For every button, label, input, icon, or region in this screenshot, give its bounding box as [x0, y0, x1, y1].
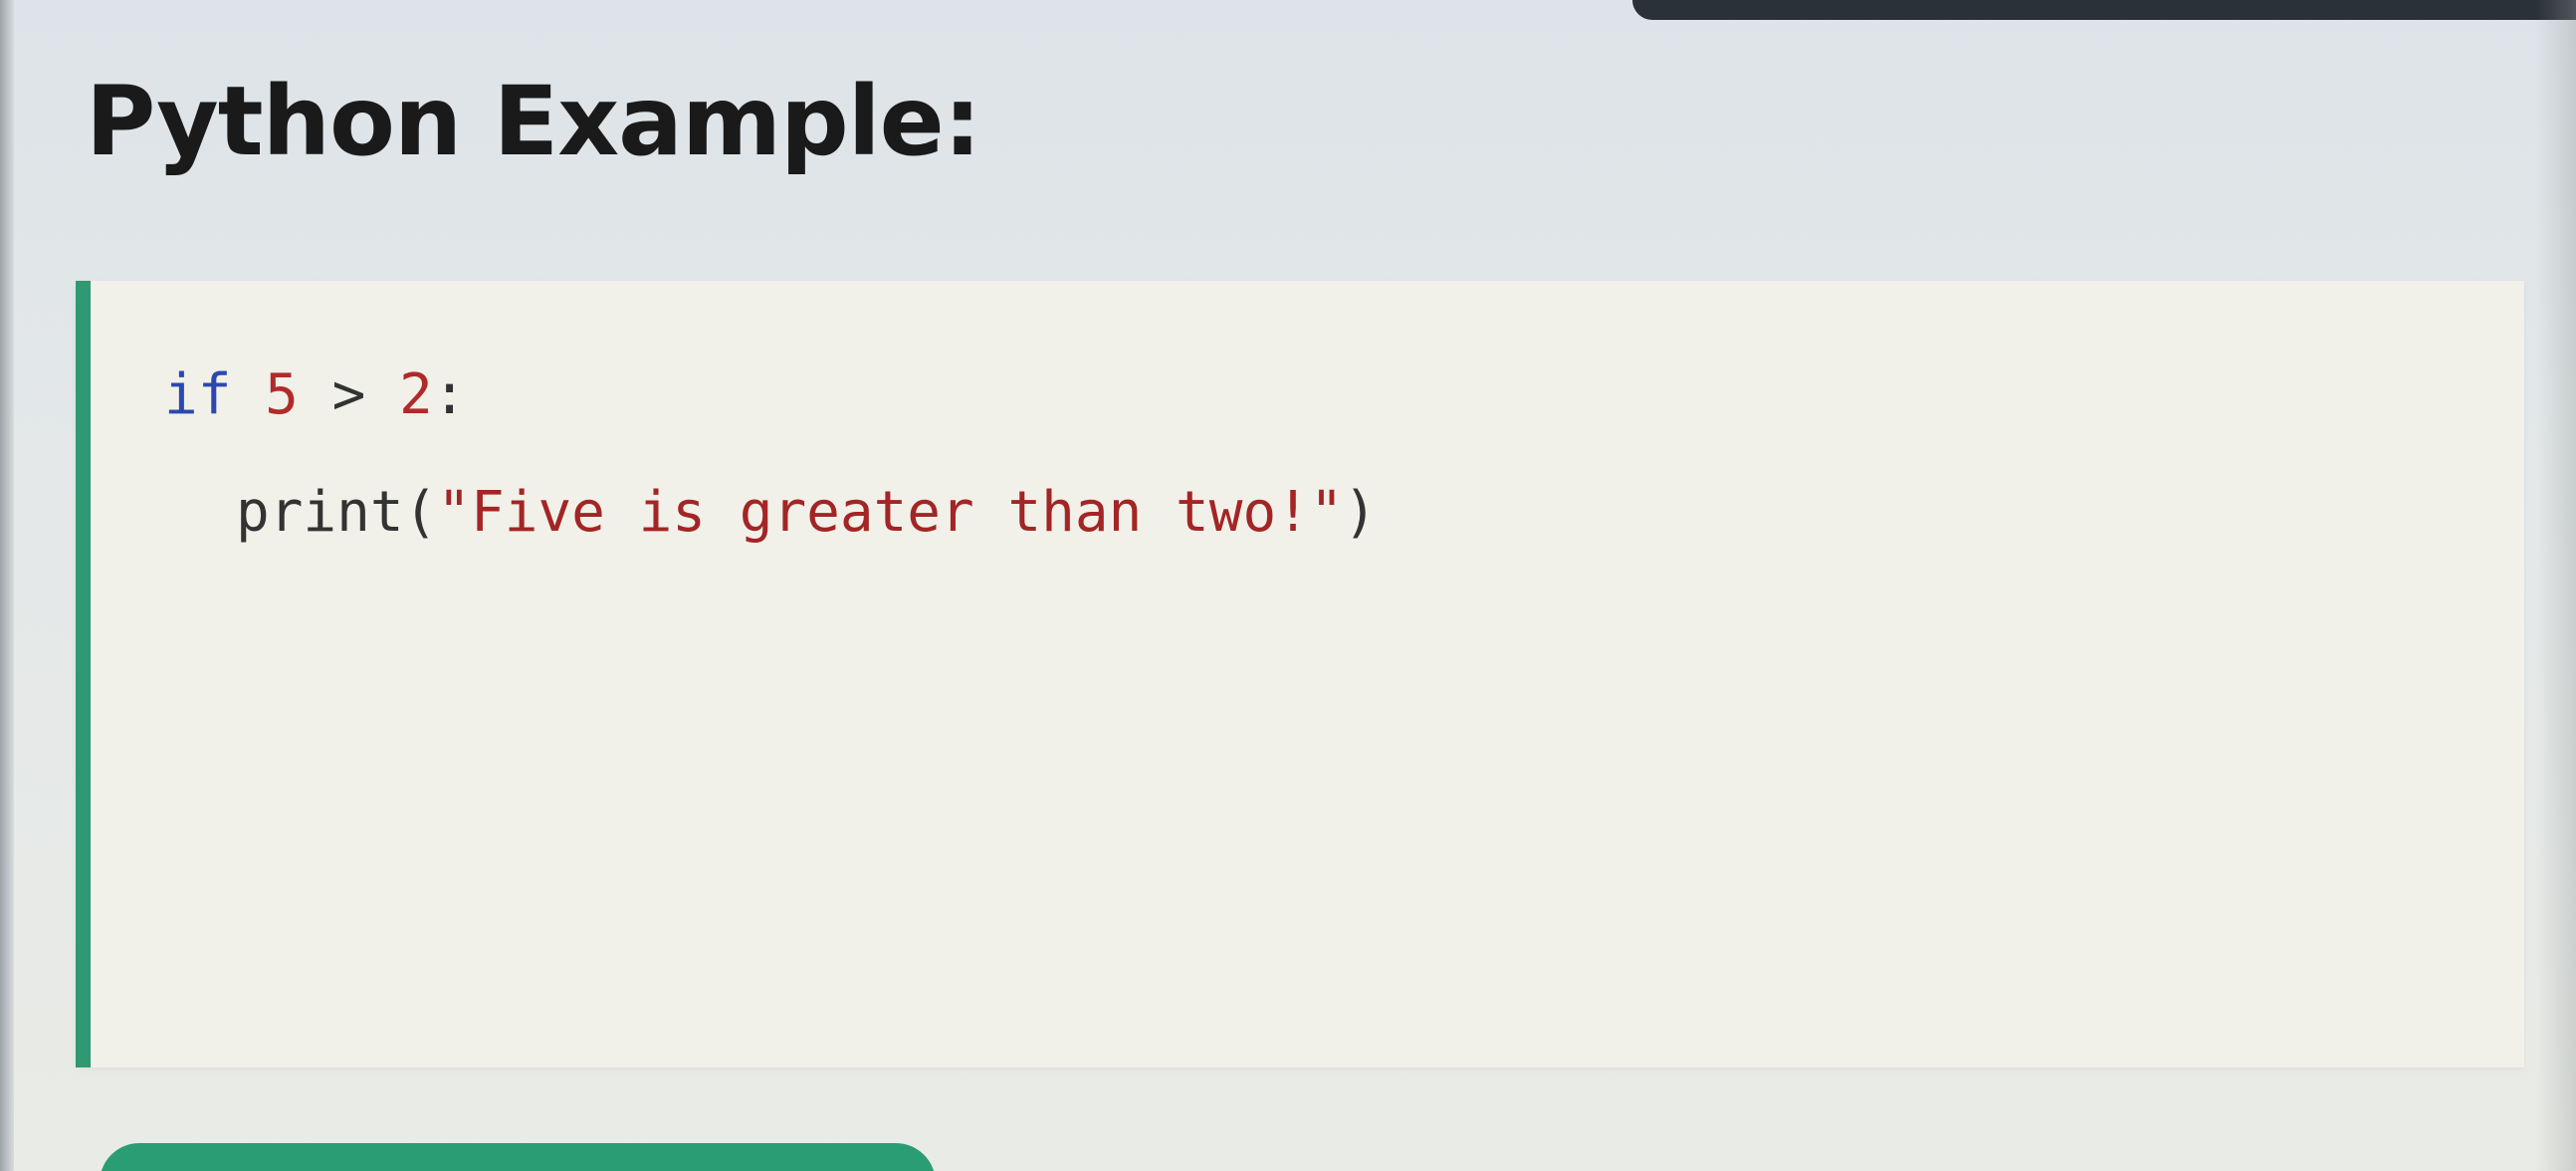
code-line-2: print("Five is greater than two!"): [164, 480, 1377, 545]
code-number-right: 2: [399, 362, 433, 427]
page-title: Python Example:: [86, 66, 981, 177]
code-example-box: if 5 > 2: print("Five is greater than tw…: [76, 281, 2524, 1067]
monitor-bezel-left: [0, 0, 14, 1171]
code-block: if 5 > 2: print("Five is greater than tw…: [164, 337, 1377, 572]
code-string: "Five is greater than two!": [437, 480, 1344, 545]
code-function-print: print: [236, 480, 404, 545]
code-line-1: if 5 > 2:: [164, 362, 466, 427]
code-number-left: 5: [265, 362, 299, 427]
code-paren-close: ): [1343, 480, 1378, 545]
code-paren-open: (: [403, 480, 438, 545]
code-keyword-if: if: [164, 362, 232, 427]
monitor-bezel-top: [1632, 0, 2576, 20]
code-operator: >: [331, 362, 366, 427]
screen-edge-shade: [2536, 0, 2576, 1171]
code-colon: :: [432, 362, 467, 427]
try-it-yourself-button[interactable]: [100, 1143, 936, 1171]
